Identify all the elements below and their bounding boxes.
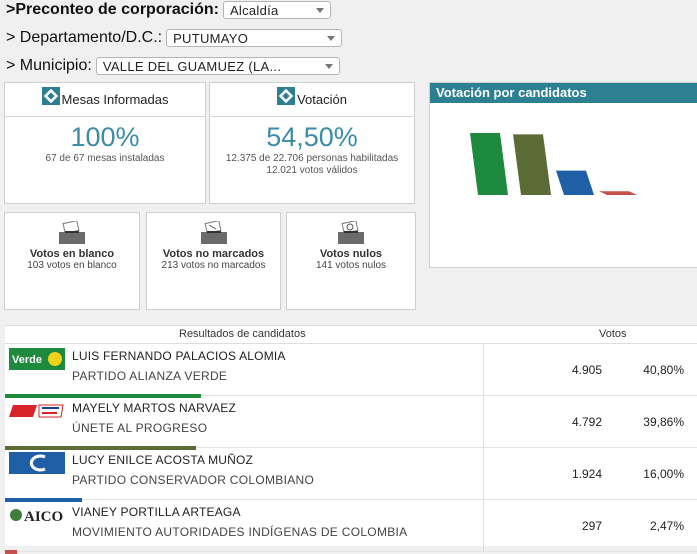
chevron-down-icon [315, 8, 324, 13]
table-row[interactable]: AICO VIANEY PORTILLA ARTEAGA MOVIMIENTO … [5, 500, 697, 554]
candidate-name: LUCY ENILCE ACOSTA MUÑOZ [72, 453, 254, 467]
chart-bar-1 [470, 133, 508, 195]
divider [483, 396, 484, 447]
departamento-label: > Departamento/D.C.: [6, 29, 163, 46]
mesas-card-header: Mesas Informadas [5, 83, 205, 117]
candidate-votes: 4.792 [571, 415, 602, 429]
candidate-votes: 4.905 [571, 363, 602, 377]
registraduria-icon [277, 86, 296, 105]
header-candidates: Resultados de candidatos [179, 328, 306, 340]
mesas-card: Mesas Informadas 100% 67 de 67 mesas ins… [4, 82, 206, 204]
results-header: Resultados de candidatos Votos [5, 326, 697, 344]
party-name: ÚNETE AL PROGRESO [72, 421, 208, 435]
votacion-card-header: Votación [210, 83, 414, 117]
party-name: PARTIDO ALIANZA VERDE [72, 369, 228, 383]
registraduria-icon [41, 86, 60, 105]
votacion-card: Votación 54,50% 12.375 de 22.706 persona… [209, 82, 415, 204]
votos-blanco-detail: 103 votos en blanco [27, 260, 117, 271]
candidate-percent: 16,00% [643, 467, 684, 481]
municipio-label: > Municipio: [6, 57, 92, 74]
departamento-select[interactable]: PUTUMAYO [166, 29, 343, 47]
table-row[interactable]: LUCY ENILCE ACOSTA MUÑOZ PARTIDO CONSERV… [5, 448, 697, 502]
candidate-name: VIANEY PORTILLA ARTEAGA [72, 505, 241, 519]
candidates-bar-chart [470, 133, 637, 195]
corporacion-label: >Preconteo de corporación: [6, 1, 219, 18]
municipio-select[interactable]: VALLE DEL GUAMUEZ (LA... [95, 57, 340, 75]
chart-bar-2 [513, 134, 551, 195]
votos-nulos-detail: 141 votos nulos [315, 260, 387, 271]
candidate-votes: 1.924 [571, 467, 602, 481]
departamento-value: PUTUMAYO [173, 31, 249, 46]
corporacion-filter: >Preconteo de corporación: Alcaldía [6, 1, 331, 19]
chart-bar-4 [599, 191, 637, 195]
votos-no-marcados-detail: 213 votos no marcados [161, 260, 266, 271]
votacion-title: Votación [297, 92, 347, 107]
divider [483, 448, 484, 499]
mesas-title: Mesas Informadas [61, 92, 169, 107]
municipio-filter: > Municipio: VALLE DEL GUAMUEZ (LA... [6, 57, 340, 75]
mesas-detail: 67 de 67 mesas instaladas [45, 153, 165, 164]
chevron-down-icon [327, 36, 336, 41]
chart-panel: Votación por candidatos [429, 82, 697, 268]
aico-logo: AICO [9, 504, 65, 526]
results-table: Resultados de candidatos Votos Verde LUI… [5, 325, 697, 554]
votos-no-marcados-card: Votos no marcados 213 votos no marcados [146, 212, 281, 310]
candidate-percent: 2,47% [649, 519, 684, 533]
ballot-box-icon [59, 221, 85, 244]
chart-panel-title: Votación por candidatos [430, 83, 697, 103]
chart-bar-3 [556, 170, 594, 195]
candidate-progress-bar [5, 550, 17, 554]
candidate-name: MAYELY MARTOS NARVAEZ [72, 401, 237, 415]
candidate-name: LUIS FERNANDO PALACIOS ALOMIA [72, 349, 286, 363]
corporacion-value: Alcaldía [229, 3, 279, 18]
votos-nulos-title: Votos nulos [319, 248, 383, 260]
votos-blanco-title: Votos en blanco [29, 248, 115, 260]
municipio-value: VALLE DEL GUAMUEZ (LA... [102, 59, 282, 74]
table-row[interactable]: MAYELY MARTOS NARVAEZ ÚNETE AL PROGRESO … [5, 396, 697, 450]
departamento-filter: > Departamento/D.C.: PUTUMAYO [6, 29, 343, 47]
votacion-percent: 54,50% [266, 122, 358, 152]
mesas-percent: 100% [70, 122, 140, 152]
candidate-percent: 40,80% [643, 363, 684, 377]
votacion-detail-validos: 12.021 votos válidos [266, 165, 358, 176]
votos-no-marcados-title: Votos no marcados [162, 248, 265, 260]
conservador-logo [9, 452, 65, 474]
chevron-down-icon [324, 64, 333, 69]
corporacion-select[interactable]: Alcaldía [222, 1, 331, 19]
party-name: MOVIMIENTO AUTORIDADES INDÍGENAS DE COLO… [72, 525, 408, 539]
header-votes: Votos [599, 328, 627, 340]
candidate-votes: 297 [581, 519, 602, 533]
party-name: PARTIDO CONSERVADOR COLOMBIANO [72, 473, 315, 487]
votos-blanco-card: Votos en blanco 103 votos en blanco [4, 212, 140, 310]
ballot-box-icon [338, 221, 364, 244]
aico-logo-text: AICO [24, 509, 63, 525]
divider [483, 500, 484, 551]
divider [483, 344, 484, 395]
votacion-detail-habilitadas: 12.375 de 22.706 personas habilitadas [225, 153, 399, 164]
candidate-percent: 39,86% [643, 415, 684, 429]
unete-progreso-logo [9, 403, 65, 419]
table-row[interactable]: Verde LUIS FERNANDO PALACIOS ALOMIA PART… [5, 344, 697, 398]
ballot-box-icon [200, 221, 227, 244]
votos-nulos-card: Votos nulos 141 votos nulos [286, 212, 416, 310]
alianza-verde-logo: Verde [9, 348, 65, 370]
alianza-verde-logo-text: Verde [12, 354, 42, 366]
